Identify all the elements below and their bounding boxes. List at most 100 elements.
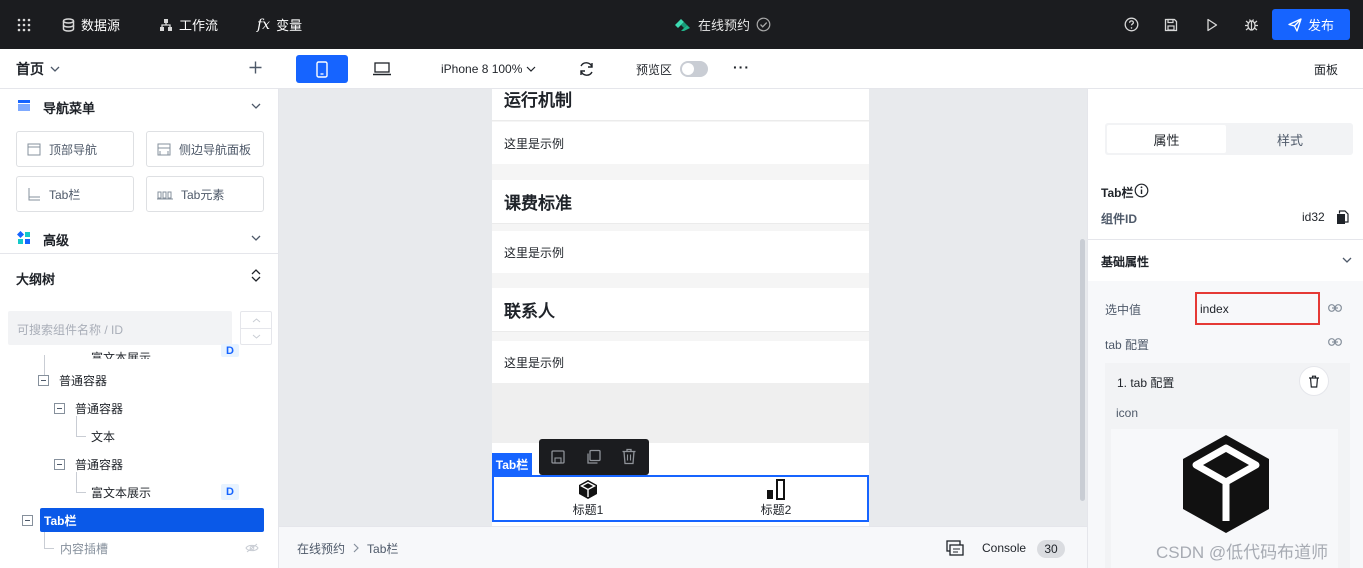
outline-title: 大纲树 <box>16 272 56 287</box>
toggle-knob <box>682 63 694 75</box>
trash-icon[interactable] <box>621 448 637 465</box>
eye-off-icon[interactable] <box>245 543 259 553</box>
tree-node-container[interactable]: 普通容器 <box>54 452 123 476</box>
datasource-button[interactable]: 数据源 <box>62 0 120 49</box>
component-tab-item[interactable]: Tab元素 <box>146 176 264 212</box>
tree-node-label: 富文本展示 <box>91 485 152 500</box>
add-page-button[interactable] <box>249 61 262 74</box>
outline-search-input[interactable]: 可搜索组件名称 / ID <box>8 311 232 345</box>
basic-props-title[interactable]: 基础属性 <box>1101 253 1149 270</box>
chevron-up-icon[interactable] <box>252 318 261 323</box>
chevron-down-icon[interactable] <box>1342 257 1352 263</box>
tree-node-container[interactable]: 普通容器 <box>38 368 107 392</box>
publish-button[interactable]: 发布 <box>1272 9 1350 40</box>
chevron-right-icon <box>353 543 359 553</box>
component-top-nav[interactable]: 顶部导航 <box>16 131 134 167</box>
mobile-view-button[interactable] <box>296 55 348 83</box>
component-label: Tab元素 <box>181 187 225 202</box>
card-title[interactable]: 运行机制 <box>492 89 869 121</box>
tab-bar-component[interactable]: 标题1 标题2 <box>492 475 869 522</box>
refresh-button[interactable] <box>578 61 595 77</box>
copy-icon[interactable] <box>1336 210 1349 225</box>
card-body[interactable]: 这里是示例 <box>492 122 869 164</box>
info-icon[interactable] <box>1134 183 1149 198</box>
tree-node-label: 内容插槽 <box>60 541 109 556</box>
advanced-section-title[interactable]: 高级 <box>43 230 69 249</box>
chevron-down-icon[interactable] <box>251 103 261 109</box>
tree-node-text[interactable]: 文本 <box>91 424 115 448</box>
variables-button[interactable]: fx 变量 <box>257 0 302 49</box>
workflow-label: 工作流 <box>179 18 219 33</box>
left-panel: 导航菜单 顶部导航 侧边导航面板 Tab栏 Tab元素 高级 大纲树 可搜索组件… <box>0 89 279 568</box>
breadcrumb-item[interactable]: Tab栏 <box>367 540 398 557</box>
tree-node-label: 文本 <box>91 429 116 444</box>
collapse-icon[interactable] <box>22 514 33 526</box>
component-action-toolbar <box>539 439 649 475</box>
fx-icon: fx <box>257 16 271 33</box>
app-title: 在线预约 <box>698 18 751 33</box>
tab-config-item-title: 1. tab 配置 <box>1117 376 1175 390</box>
nav-section-title[interactable]: 导航菜单 <box>43 98 95 117</box>
more-button[interactable]: ··· <box>733 49 750 85</box>
search-stepper[interactable] <box>240 311 272 345</box>
side-nav-icon <box>157 143 171 156</box>
tab-item-1[interactable]: 标题1 <box>554 479 622 519</box>
bind-link-icon[interactable] <box>1328 304 1342 312</box>
console-label[interactable]: Console <box>982 527 1026 568</box>
tab-properties[interactable]: 属性 <box>1107 125 1226 153</box>
editor-toolbar: 首页 iPhone 8 100% 预览区 ··· 面板 <box>0 49 1363 89</box>
copy-icon[interactable] <box>585 449 602 465</box>
tree-node-tab-bar-selected[interactable]: Tab栏 <box>40 508 264 532</box>
tree-node-rich-text[interactable]: 富文本展示 <box>91 341 151 359</box>
collapse-toggle-icon[interactable] <box>251 269 261 282</box>
search-placeholder: 可搜索组件名称 / ID <box>17 323 124 337</box>
play-icon <box>1207 18 1218 31</box>
app-grid-button[interactable] <box>17 0 31 49</box>
component-name: Tab栏 <box>1101 186 1134 200</box>
run-button[interactable] <box>1206 0 1218 49</box>
help-button[interactable] <box>1124 0 1139 49</box>
delete-tab-config-button[interactable] <box>1299 366 1329 396</box>
top-bar: 数据源 工作流 fx 变量 在线预约 发布 <box>0 0 1363 49</box>
card-title[interactable]: 课费标准 <box>492 180 869 224</box>
device-select[interactable]: iPhone 8 100% <box>441 49 536 89</box>
plus-icon <box>249 61 262 74</box>
tab-style[interactable]: 样式 <box>1229 125 1351 153</box>
tree-node-rich-text[interactable]: 富文本展示 <box>91 480 151 504</box>
tree-line <box>44 532 45 548</box>
advanced-icon <box>17 231 30 244</box>
card-body[interactable]: 这里是示例 <box>492 231 869 273</box>
collapse-icon[interactable] <box>54 402 65 414</box>
breadcrumb-item[interactable]: 在线预约 <box>297 540 345 557</box>
debug-button[interactable] <box>1244 0 1259 49</box>
save-button[interactable] <box>1164 0 1178 49</box>
preview-toggle[interactable] <box>680 61 708 77</box>
bind-link-icon[interactable] <box>1328 338 1342 346</box>
datasource-label: 数据源 <box>81 18 121 33</box>
canvas-scrollbar[interactable] <box>1080 239 1085 501</box>
card-title[interactable]: 联系人 <box>492 288 869 332</box>
desktop-view-button[interactable] <box>373 62 391 76</box>
tab-item-2[interactable]: 标题2 <box>742 479 810 519</box>
save-icon[interactable] <box>550 449 566 465</box>
empty-area <box>492 383 869 443</box>
card-body[interactable]: 这里是示例 <box>492 341 869 383</box>
component-side-nav[interactable]: 侧边导航面板 <box>146 131 264 167</box>
page-select[interactable]: 首页 <box>16 49 60 89</box>
selected-value-input[interactable]: index <box>1195 292 1320 325</box>
tree-node-slot[interactable]: 内容插槽 <box>60 536 108 560</box>
tree-line <box>44 548 54 549</box>
panel-button[interactable]: 面板 <box>1314 49 1338 89</box>
tree-node-container[interactable]: 普通容器 <box>54 396 123 420</box>
console-icon[interactable] <box>946 540 964 556</box>
workflow-button[interactable]: 工作流 <box>159 0 218 49</box>
collapse-icon[interactable] <box>38 374 49 386</box>
chevron-down-icon[interactable] <box>252 334 261 339</box>
datasource-badge: D <box>221 344 239 357</box>
top-nav-icon <box>27 143 41 156</box>
bug-icon <box>1245 19 1258 31</box>
collapse-icon[interactable] <box>54 458 65 470</box>
component-tab-bar[interactable]: Tab栏 <box>16 176 134 212</box>
chevron-down-icon[interactable] <box>251 235 261 241</box>
divider <box>1088 239 1363 240</box>
